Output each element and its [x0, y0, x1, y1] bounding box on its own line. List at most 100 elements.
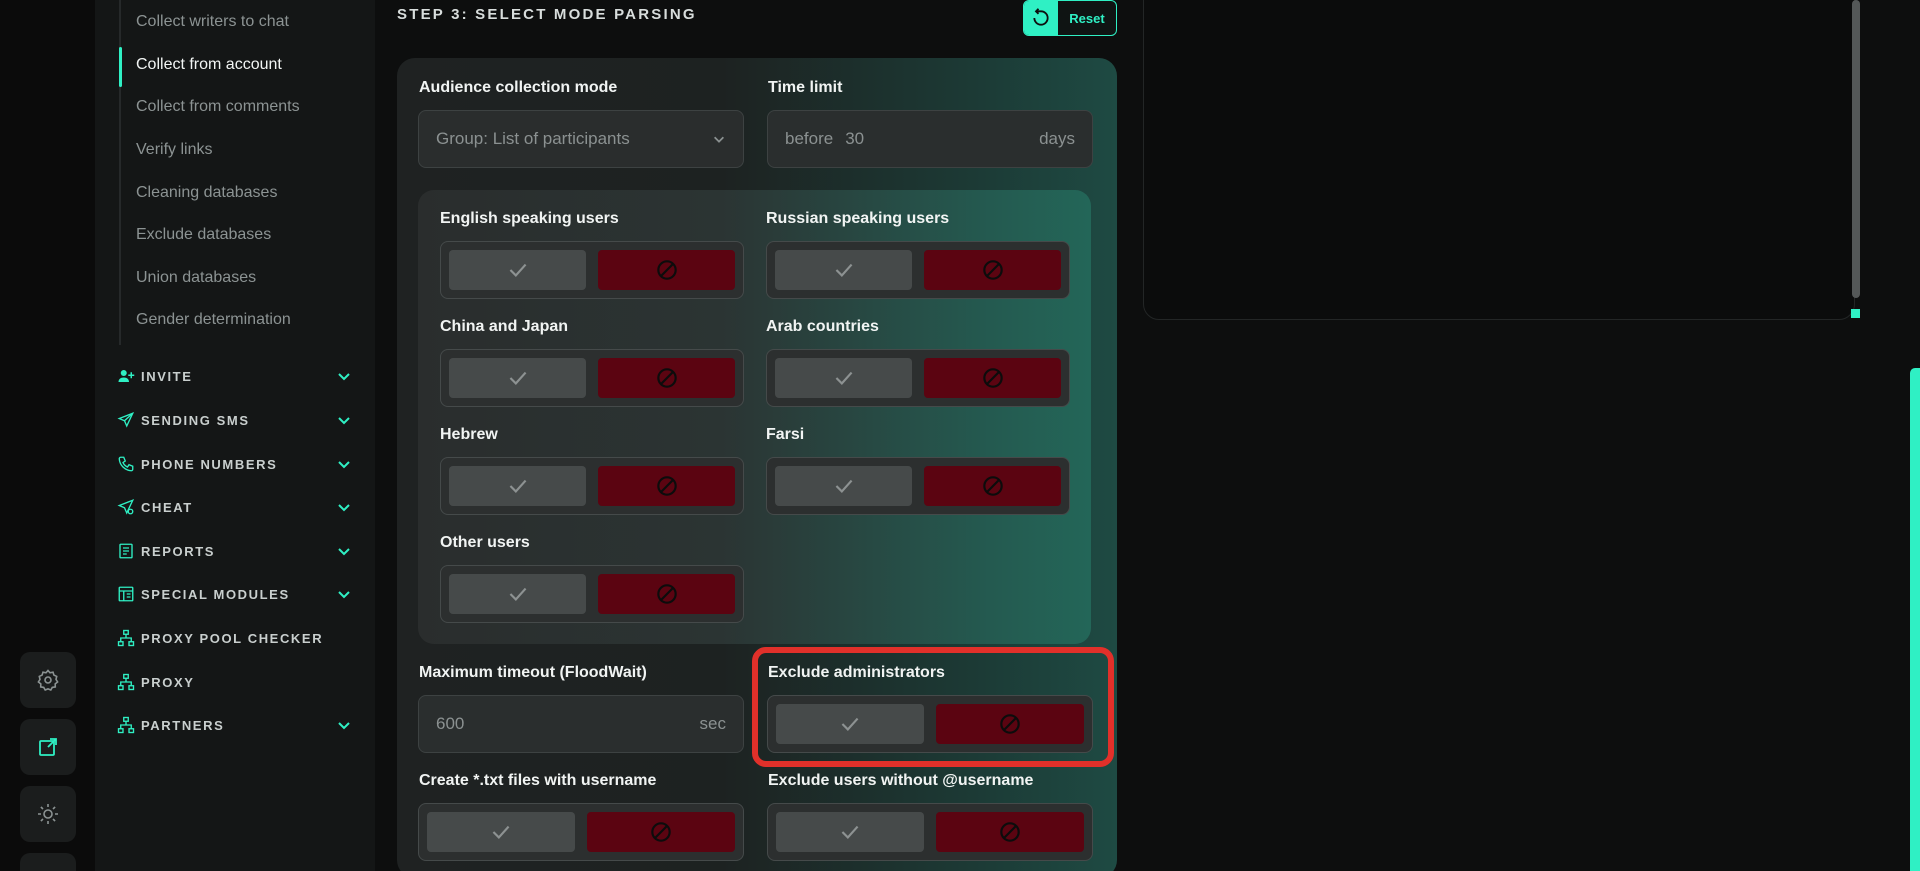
arab-label: Arab countries — [766, 318, 879, 335]
external-link-button[interactable] — [20, 719, 76, 775]
nav-proxy[interactable]: PROXY — [117, 668, 352, 696]
block-icon — [982, 260, 1003, 280]
arab-allow-button[interactable] — [775, 358, 912, 398]
chevron-down-icon — [338, 373, 350, 381]
create-txt-label: Create *.txt files with username — [419, 772, 657, 789]
submenu-item-collect-from-account[interactable]: Collect from account — [136, 52, 282, 78]
app: Collect writers to chat Collect from acc… — [0, 0, 1920, 871]
nav-special-modules[interactable]: SPECIAL MODULES — [117, 580, 352, 608]
submenu-item-collect-from-comments[interactable]: Collect from comments — [136, 94, 300, 120]
check-icon — [509, 587, 526, 601]
english-label: English speaking users — [440, 210, 619, 227]
nav-label: INVITE — [141, 368, 193, 384]
timeout-label: Maximum timeout (FloodWait) — [419, 664, 647, 681]
highlight-box — [752, 647, 1114, 767]
audience-mode-label: Audience collection mode — [419, 79, 618, 96]
chevron-down-icon — [714, 136, 724, 143]
settings-button[interactable] — [20, 652, 76, 708]
nav-cheat[interactable]: CHEAT — [117, 493, 352, 521]
russian-allow-button[interactable] — [775, 250, 912, 290]
submenu-item-collect-writers[interactable]: Collect writers to chat — [136, 9, 289, 35]
chevron-down-icon — [338, 504, 350, 512]
farsi-label: Farsi — [766, 426, 805, 443]
nav-sending-sms[interactable]: SENDING SMS — [117, 406, 352, 434]
nav-label: SENDING SMS — [141, 412, 250, 428]
other-users-deny-button[interactable] — [598, 574, 735, 614]
step-title: STEP 3: SELECT MODE PARSING — [397, 6, 697, 23]
nav-proxy-pool-checker[interactable]: PROXY POOL CHECKER — [117, 624, 352, 652]
time-limit-input[interactable]: before 30 days — [767, 110, 1093, 168]
submenu-item-gender-determination[interactable]: Gender determination — [136, 307, 291, 333]
chevron-down-icon — [338, 591, 350, 599]
phone-icon — [118, 456, 134, 472]
russian-label: Russian speaking users — [766, 210, 950, 227]
check-icon — [509, 371, 526, 385]
submenu-item-cleaning-databases[interactable]: Cleaning databases — [136, 180, 277, 206]
other-users-allow-button[interactable] — [449, 574, 586, 614]
check-icon — [492, 825, 510, 839]
english-allow-button[interactable] — [449, 250, 586, 290]
create-txt-deny-button[interactable] — [587, 812, 735, 852]
submenu-item-exclude-databases[interactable]: Exclude databases — [136, 222, 271, 248]
exclude-no-username-allow-button[interactable] — [776, 812, 924, 852]
russian-deny-button[interactable] — [924, 250, 1061, 290]
settings-icon — [37, 669, 59, 691]
rail-extra-button[interactable] — [20, 853, 76, 871]
main-content: STEP 3: SELECT MODE PARSING Reset Audien… — [375, 0, 1920, 871]
preview-resize-handle[interactable] — [1851, 309, 1860, 318]
exclude-no-username-label: Exclude users without @username — [768, 772, 1034, 789]
block-icon — [982, 368, 1003, 388]
language-filter-group: English speaking users Russian speaking … — [418, 190, 1091, 644]
english-deny-button[interactable] — [598, 250, 735, 290]
english-toggle — [440, 241, 744, 299]
arab-deny-button[interactable] — [924, 358, 1061, 398]
theme-toggle-button[interactable] — [20, 786, 76, 842]
nav-partners[interactable]: PARTNERS — [117, 711, 352, 739]
send-icon — [117, 412, 135, 428]
preview-scrollbar[interactable] — [1852, 0, 1860, 298]
submenu-item-verify-links[interactable]: Verify links — [136, 137, 212, 163]
nav-phone-numbers[interactable]: PHONE NUMBERS — [117, 450, 352, 478]
hebrew-allow-button[interactable] — [449, 466, 586, 506]
timeout-value: 600 — [436, 714, 465, 733]
other-users-label: Other users — [440, 534, 530, 551]
exclude-no-username-toggle — [767, 803, 1093, 861]
nav-invite[interactable]: INVITE — [117, 362, 352, 390]
network-icon — [117, 673, 135, 691]
hebrew-label: Hebrew — [440, 426, 498, 443]
block-icon — [656, 476, 677, 496]
farsi-toggle — [766, 457, 1070, 515]
page-scrollbar[interactable] — [1910, 368, 1920, 871]
block-icon — [651, 822, 671, 842]
nav-reports[interactable]: REPORTS — [117, 537, 352, 565]
reset-label: Reset — [1069, 10, 1105, 26]
farsi-allow-button[interactable] — [775, 466, 912, 506]
other-users-toggle — [440, 565, 744, 623]
chevron-down-icon — [338, 722, 350, 730]
farsi-deny-button[interactable] — [924, 466, 1061, 506]
china-japan-allow-button[interactable] — [449, 358, 586, 398]
left-rail — [0, 0, 95, 871]
submenu-active-indicator — [119, 47, 122, 87]
chevron-down-icon — [338, 461, 350, 469]
audience-mode-select[interactable]: Group: List of participants — [418, 110, 744, 168]
submenu-item-union-databases[interactable]: Union databases — [136, 265, 256, 291]
check-icon — [835, 479, 852, 493]
module-icon — [118, 586, 134, 602]
reset-button[interactable]: Reset — [1023, 0, 1117, 36]
time-limit-unit: days — [1039, 129, 1075, 148]
output-preview-box — [1143, 0, 1855, 320]
create-txt-toggle — [418, 803, 744, 861]
reset-icon — [1033, 8, 1049, 26]
nav-label: PROXY POOL CHECKER — [141, 630, 324, 646]
hebrew-deny-button[interactable] — [598, 466, 735, 506]
exclude-no-username-deny-button[interactable] — [936, 812, 1084, 852]
timeout-input[interactable]: 600 sec — [418, 695, 744, 753]
nav-label: SPECIAL MODULES — [141, 586, 290, 602]
audience-mode-value: Group: List of participants — [436, 129, 630, 148]
theme-sun-icon — [38, 804, 58, 824]
block-icon — [656, 260, 677, 280]
china-japan-deny-button[interactable] — [598, 358, 735, 398]
network-icon — [117, 629, 135, 647]
create-txt-allow-button[interactable] — [427, 812, 575, 852]
